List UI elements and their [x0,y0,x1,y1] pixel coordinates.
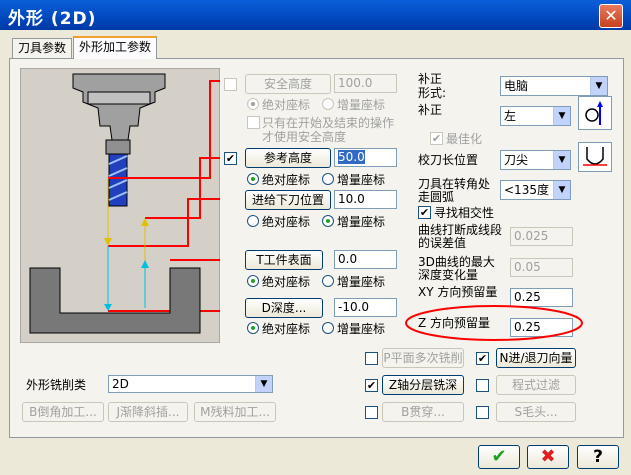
close-button[interactable]: ✕ [599,4,623,28]
ref-height-inc-radio[interactable] [322,173,334,185]
depth-button[interactable]: D深度... [245,298,323,318]
window: 外形 (2D) ✕ 刀具参数 外形加工参数 安全高度 100.0 绝对座标 增量… [0,0,631,475]
chamfer-button[interactable]: B倒角加工... [22,402,104,422]
depth-inc-label: 增量座标 [337,322,386,336]
multi-pass-checkbox[interactable] [365,352,378,365]
depth-cuts-checkbox[interactable]: ✔ [365,379,378,392]
max-depth-input[interactable]: 0.05 [510,258,573,277]
feed-plane-abs-radio[interactable] [247,215,259,227]
comp-left-icon [585,101,603,125]
lead-inout-checkbox[interactable]: ✔ [476,352,489,365]
tool-tip-icon [583,147,607,166]
ref-height-checkbox[interactable]: ✔ [224,152,237,165]
optimize-checkbox[interactable]: ✔ [430,132,443,145]
top-stock-abs-radio[interactable] [247,275,259,287]
multi-pass-button[interactable]: P平面多次铣削 [382,348,464,368]
contour-type-dropdown[interactable]: 2D ▼ [108,375,273,393]
tip-comp-preview-button[interactable] [578,142,612,172]
depth-abs-radio[interactable] [247,322,259,334]
tip-comp-dropdown[interactable]: 刀尖 ▼ [500,150,571,170]
depth-inc-radio[interactable] [322,322,334,334]
safe-height-abs-radio[interactable] [247,98,259,110]
comp-dir-dropdown[interactable]: 左 ▼ [500,106,571,126]
comp-type-label-2: 形式: [418,86,447,100]
safe-height-note-2: 才使用安全高度 [262,130,347,144]
help-button[interactable]: ? [577,445,619,469]
chevron-down-icon: ▼ [553,181,570,199]
red-annotation-ellipse [405,305,583,341]
ref-height-abs-label: 绝对座标 [262,173,311,187]
tab-tool-params[interactable]: 刀具参数 [12,38,73,59]
optimize-label: 最佳化 [446,132,483,146]
tabs-checkbox[interactable] [476,406,489,419]
corner-value: <135度 [504,183,549,197]
tabs-button[interactable]: S毛头... [496,402,576,422]
safe-height-only-start-checkbox[interactable] [247,116,260,129]
tip-comp-label: 校刀长位置 [418,153,479,167]
xy-stock-label: XY 方向预留量 [418,285,498,299]
ref-height-abs-radio[interactable] [247,173,259,185]
tab-contour-params[interactable]: 外形加工参数 [73,36,158,59]
contour-type-value: 2D [112,377,129,391]
tip-comp-value: 刀尖 [504,153,529,167]
depth-input[interactable]: -10.0 [334,298,397,317]
comp-dir-label: 补正 [418,103,443,117]
comp-type-value: 电脑 [504,79,529,93]
remachining-button[interactable]: M残料加工... [194,402,276,422]
ramp-button[interactable]: J渐降斜插... [108,402,188,422]
lead-inout-button[interactable]: N进/退刀向量 [496,348,576,368]
top-stock-inc-label: 增量座标 [337,275,386,289]
feed-plane-inc-radio[interactable] [322,215,334,227]
top-stock-input[interactable]: 0.0 [334,250,397,269]
safe-height-abs-label: 绝对座标 [262,98,311,112]
top-stock-inc-radio[interactable] [322,275,334,287]
corner-label-2: 走圆弧 [418,190,455,204]
chevron-down-icon: ▼ [590,77,607,95]
cancel-button[interactable]: ✖ [527,445,569,469]
safe-height-inc-label: 增量座标 [337,98,386,112]
safe-height-inc-radio[interactable] [322,98,334,110]
chevron-down-icon: ▼ [255,376,272,392]
find-intersect-label: 寻找相交性 [434,206,495,220]
comp-dir-value: 左 [504,109,517,123]
feed-plane-input[interactable]: 10.0 [334,190,397,209]
tolerance-label-2: 的误差值 [418,236,467,250]
chevron-down-icon: ▼ [553,151,570,169]
max-depth-label-2: 深度变化量 [418,268,479,282]
title-bar: 外形 (2D) ✕ [0,0,631,30]
tolerance-input[interactable]: 0.025 [510,227,573,246]
feed-plane-inc-label: 增量座标 [337,215,386,229]
filter-button[interactable]: 程式过滤 [496,375,576,395]
ref-height-input[interactable]: 50.0 [334,148,397,167]
filter-checkbox[interactable] [476,379,489,392]
feed-plane-button[interactable]: 进给下刀位置 [245,190,331,210]
ref-height-button[interactable]: 参考高度 [245,148,331,168]
safe-height-input[interactable]: 100.0 [334,74,397,93]
depth-abs-label: 绝对座标 [262,322,311,336]
top-stock-abs-label: 绝对座标 [262,275,311,289]
feed-plane-abs-label: 绝对座标 [262,215,311,229]
safe-height-checkbox[interactable] [224,78,237,91]
top-stock-button[interactable]: T工件表面 [245,250,323,270]
depth-illustration [20,68,220,343]
corner-dropdown[interactable]: <135度 ▼ [500,180,571,200]
break-through-checkbox[interactable] [365,406,378,419]
chevron-down-icon: ▼ [553,107,570,125]
safe-height-button[interactable]: 安全高度 [245,74,331,94]
contour-type-label: 外形铣削类 [26,378,87,392]
ok-button[interactable]: ✔ [478,445,520,469]
depth-cuts-button[interactable]: Z轴分层铣深 [382,375,464,395]
find-intersect-checkbox[interactable]: ✔ [418,206,431,219]
window-title: 外形 (2D) [8,9,97,29]
comp-dir-preview-button[interactable] [578,96,612,130]
comp-type-dropdown[interactable]: 电脑 ▼ [500,76,608,96]
break-through-button[interactable]: B贯穿... [382,402,464,422]
ref-height-inc-label: 增量座标 [337,173,386,187]
